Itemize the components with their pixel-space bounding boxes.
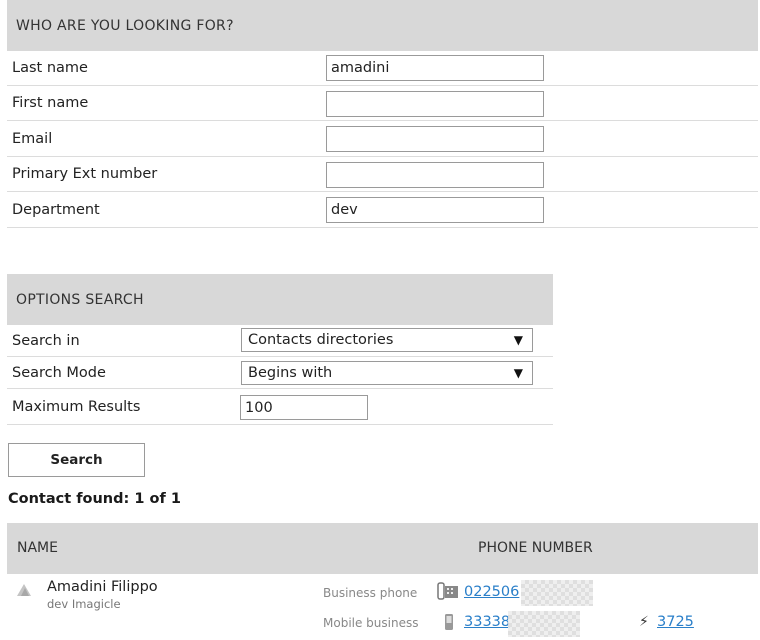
search-mode-selected: Begins with [248,365,333,381]
mobile-phone-icon [445,614,453,630]
redacted-number-block [508,611,580,637]
email-label: Email [12,130,53,147]
desk-phone-icon [437,582,458,600]
primary-ext-label: Primary Ext number [12,166,158,182]
contact-found-summary: Contact found: 1 of 1 [8,491,181,507]
options-section-header: OPTIONS SEARCH [7,274,553,325]
business-phone-link[interactable]: 022506 [464,584,519,600]
dropdown-arrow-icon: ▼ [513,366,523,380]
search-mode-label: Search Mode [12,364,106,381]
mobile-phone-link[interactable]: 33338 [464,614,510,630]
name-column-header: NAME [17,540,58,556]
who-section-title: WHO ARE YOU LOOKING FOR? [16,17,234,34]
who-section-header: WHO ARE YOU LOOKING FOR? [7,0,758,51]
redacted-number-block [521,580,593,606]
search-in-label: Search in [12,332,80,349]
search-button[interactable]: Search [8,443,145,477]
results-table-header: NAME PHONE NUMBER [7,523,758,574]
mobile-business-label: Mobile business [323,616,419,630]
contact-subtitle: dev Imagicle [47,597,121,611]
primary-ext-input[interactable] [326,162,544,188]
department-label: Department [12,201,100,218]
last-name-label: Last name [12,60,88,76]
contact-person-icon [17,584,31,596]
max-results-label: Maximum Results [12,398,141,415]
options-section-title: OPTIONS SEARCH [16,291,144,308]
last-name-input[interactable] [326,55,544,81]
contact-name[interactable]: Amadini Filippo [47,579,158,595]
search-in-select[interactable]: Contacts directories ▼ [241,328,533,352]
lightning-icon: ⚡ [639,614,649,630]
department-input[interactable] [326,197,544,223]
dropdown-arrow-icon: ▼ [513,333,523,347]
extension-link[interactable]: 3725 [657,614,694,630]
search-in-selected: Contacts directories [248,332,394,348]
phone-column-header: PHONE NUMBER [478,540,593,556]
business-phone-label: Business phone [323,586,418,600]
first-name-input[interactable] [326,91,544,117]
max-results-input[interactable] [240,395,368,420]
search-mode-select[interactable]: Begins with ▼ [241,361,533,385]
first-name-label: First name [12,95,89,111]
email-input[interactable] [326,126,544,152]
